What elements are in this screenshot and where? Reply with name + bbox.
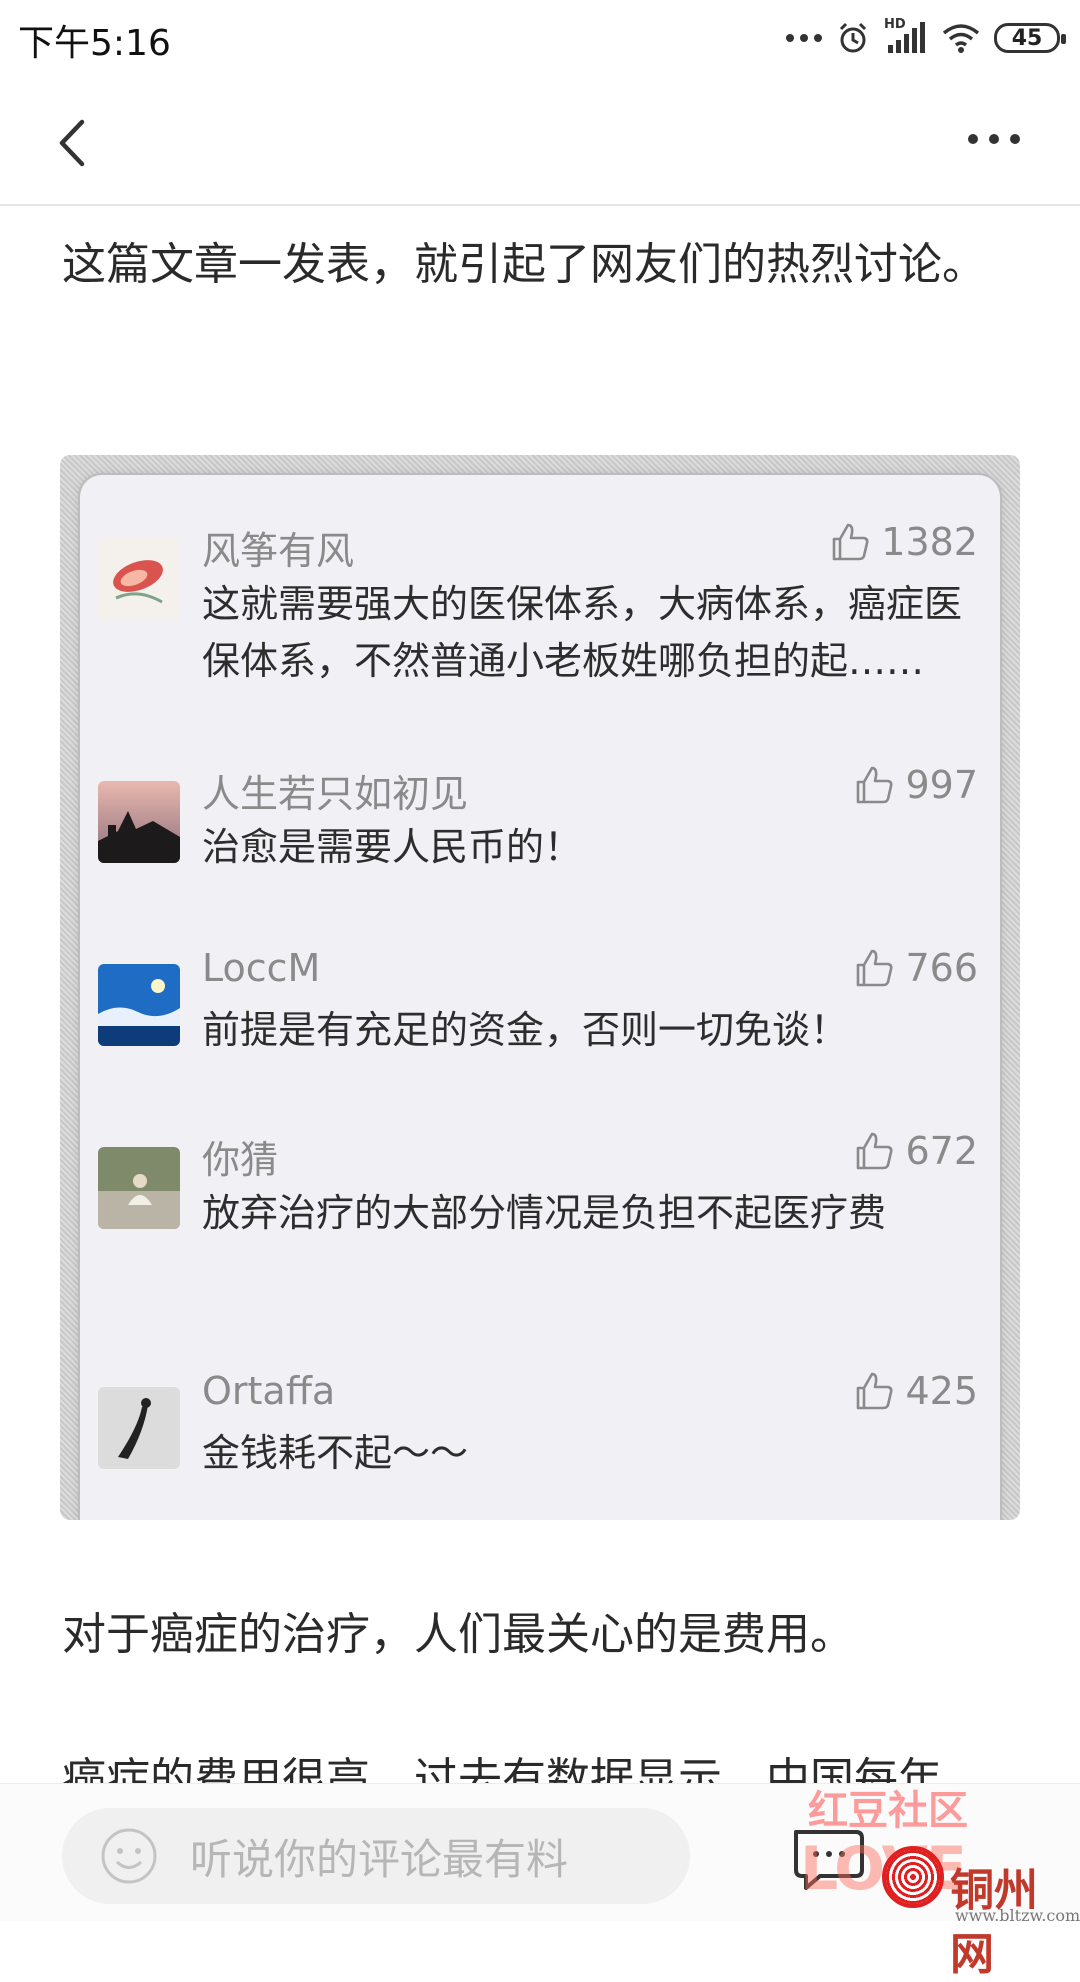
like-button[interactable]: 1382: [829, 520, 978, 564]
bottom-comment-bar: 听说你的评论最有料 红豆社区 LOVE 铜州网 www.bltzw.com: [0, 1783, 1080, 1980]
comment-text: 放弃治疗的大部分情况是负担不起医疗费: [202, 1191, 887, 1235]
smile-icon[interactable]: [100, 1827, 158, 1885]
watermark-seal: [882, 1846, 944, 1908]
comment-author: Ortaffa: [202, 1369, 336, 1413]
avatar: [98, 781, 180, 863]
battery-level: 45: [1011, 25, 1043, 51]
like-count: 997: [905, 763, 978, 807]
status-bar: 下午5:16 HD 45: [0, 0, 1080, 76]
more-button[interactable]: [968, 124, 1028, 154]
comment-text: 治愈是需要人民币的！: [202, 825, 583, 869]
thumbs-up-icon: [857, 949, 893, 987]
avatar: [98, 1387, 180, 1469]
battery-icon: 45: [994, 23, 1066, 53]
top-nav-bar: [0, 76, 1080, 206]
like-count: 1382: [881, 520, 978, 564]
like-button[interactable]: 672: [853, 1129, 978, 1173]
watermark-logo: 红豆社区: [808, 1788, 968, 1834]
comments-screenshot: 风筝有风 1382 这就需要强大的医保体系，大病体系，癌症医保体系，不然普通小老…: [60, 455, 1020, 1520]
comment-input[interactable]: 听说你的评论最有料: [62, 1808, 690, 1904]
status-icons: HD 45: [786, 17, 1066, 58]
watermark-url: www.bltzw.com: [955, 1906, 1080, 1925]
back-button[interactable]: [48, 106, 108, 176]
thumbs-up-icon: [832, 523, 869, 561]
wifi-icon: [942, 24, 980, 53]
signal-icon: HD: [884, 17, 928, 55]
like-count: 766: [905, 946, 978, 990]
thumbs-up-icon: [857, 1372, 893, 1410]
thumbs-up-icon: [857, 766, 893, 804]
comment-placeholder: 听说你的评论最有料: [190, 1834, 569, 1884]
status-time: 下午5:16: [18, 23, 171, 64]
article-paragraph: 这篇文章一发表，就引起了网友们的热烈讨论。: [62, 239, 986, 290]
thumbs-up-icon: [857, 1132, 893, 1170]
article-paragraph: 对于癌症的治疗，人们最关心的是费用。: [62, 1609, 854, 1660]
like-button[interactable]: 425: [853, 1369, 978, 1413]
comment-author: 风筝有风: [202, 529, 355, 573]
like-count: 672: [905, 1129, 978, 1173]
comment-author: 人生若只如初见: [202, 772, 469, 816]
more-horizontal-icon: [968, 134, 978, 144]
like-button[interactable]: 766: [853, 946, 978, 990]
comment-text: 金钱耗不起～～: [202, 1431, 469, 1475]
like-button[interactable]: 997: [853, 763, 978, 807]
avatar: [98, 964, 180, 1046]
more-dots-icon: [786, 34, 822, 42]
comment-text: 这就需要强大的医保体系，大病体系，癌症医保体系，不然普通小老板姓哪负担的起……: [202, 582, 963, 683]
comments-card: 风筝有风 1382 这就需要强大的医保体系，大病体系，癌症医保体系，不然普通小老…: [80, 475, 1000, 1520]
avatar: [98, 1147, 180, 1229]
comment-author: LoccM: [202, 946, 321, 990]
like-count: 425: [905, 1369, 978, 1413]
avatar: [98, 538, 180, 620]
chevron-left-icon: [59, 119, 85, 167]
comment-text: 前提是有充足的资金，否则一切免谈！: [202, 1008, 849, 1052]
comment-author: 你猜: [202, 1138, 279, 1182]
alarm-icon: [839, 22, 867, 53]
